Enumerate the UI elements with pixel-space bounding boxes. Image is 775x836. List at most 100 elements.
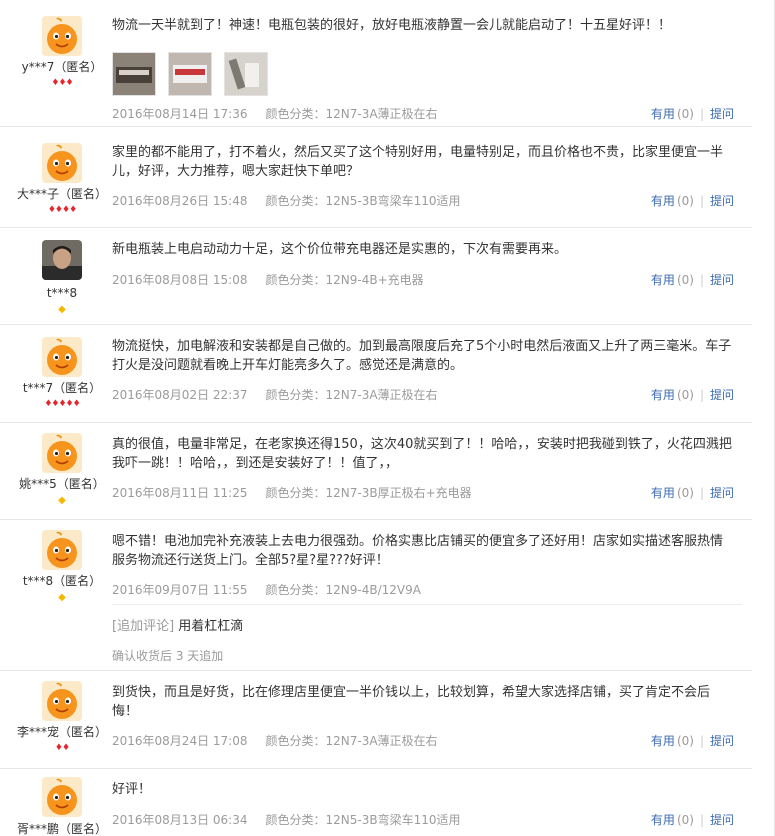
- review-meta: 2016年08月26日 15:48 颜色分类：12N5-3B弯梁车110适用: [112, 192, 460, 209]
- user-name: t***7（匿名）: [22, 381, 102, 395]
- useful-button[interactable]: 有用: [651, 273, 675, 287]
- user-name: t***8: [46, 286, 78, 300]
- review-meta: 2016年08月24日 17:08 颜色分类：12N7-3A薄正极在右: [112, 732, 438, 749]
- review-actions: 有用 (0) | 提问: [651, 386, 734, 403]
- review-content: 物流一天半就到了！神速！电瓶包装的很好，放好电瓶液静置一会儿就能启动了！十五星好…: [112, 18, 672, 33]
- review-sku: 颜色分类：12N7-3A薄正极在右: [265, 107, 438, 121]
- review-meta: 2016年08月02日 22:37 颜色分类：12N7-3A薄正极在右: [112, 386, 438, 403]
- review-item: t***7（匿名） ♦♦♦♦♦ 物流挺快，加电解液和安装都是自己做的。加到最高限…: [0, 325, 752, 423]
- review-meta: 2016年08月13日 06:34 颜色分类：12N5-3B弯梁车110适用: [112, 811, 460, 828]
- review-content: 到货快，而且是好货，比在修理店里便宜一半价钱以上，比较划算，希望大家选择店铺，买…: [112, 685, 711, 719]
- avatar[interactable]: [42, 681, 82, 721]
- action-divider: |: [699, 486, 704, 500]
- review-body: 到货快，而且是好货，比在修理店里便宜一半价钱以上，比较划算，希望大家选择店铺，买…: [112, 683, 752, 748]
- review-body: 真的很值，电量非常足，在老家换还得150，这次40就买到了！！哈哈，，安装时把我…: [112, 435, 752, 500]
- review-photo[interactable]: [168, 52, 213, 96]
- user-rank-icon: ◆: [58, 592, 66, 603]
- user-rank-icon: ◆: [58, 304, 66, 315]
- review-content: 真的很值，电量非常足，在老家换还得150，这次40就买到了！！哈哈，，安装时把我…: [112, 437, 732, 471]
- review-meta: 2016年08月08日 15:08 颜色分类：12N9-4B+充电器: [112, 271, 424, 288]
- useful-count: (0): [676, 813, 694, 827]
- review-content: 新电瓶装上电启动动力十足，这个价位带充电器还是实惠的，下次有需要再来。: [112, 242, 568, 257]
- append-tag: [追加评论]: [112, 619, 175, 634]
- ask-button[interactable]: 提问: [710, 388, 734, 402]
- review-photo[interactable]: [112, 52, 156, 96]
- useful-count: (0): [676, 107, 694, 121]
- avatar[interactable]: [42, 337, 82, 377]
- review-meta: 2016年09月07日 11:55 颜色分类：12N9-4B/12V9A: [112, 581, 421, 598]
- ask-button[interactable]: 提问: [710, 486, 734, 500]
- review-date: 2016年08月13日 06:34: [112, 813, 248, 827]
- review-content: 好评！: [112, 782, 152, 797]
- useful-count: (0): [676, 388, 694, 402]
- avatar[interactable]: [42, 240, 82, 280]
- user-rank-icon: ♦♦♦♦: [47, 205, 77, 215]
- useful-button[interactable]: 有用: [651, 734, 675, 748]
- review-date: 2016年08月08日 15:08: [112, 273, 248, 287]
- useful-button[interactable]: 有用: [651, 388, 675, 402]
- useful-button[interactable]: 有用: [651, 813, 675, 827]
- avatar[interactable]: [42, 433, 82, 473]
- action-divider: |: [699, 273, 704, 287]
- review-meta: 2016年08月14日 17:36 颜色分类：12N7-3A薄正极在右: [112, 105, 438, 122]
- review-item: 李***宠（匿名） ♦♦ 到货快，而且是好货，比在修理店里便宜一半价钱以上，比较…: [0, 671, 752, 769]
- review-sku: 颜色分类：12N5-3B弯梁车110适用: [265, 194, 461, 208]
- ask-button[interactable]: 提问: [710, 273, 734, 287]
- useful-button[interactable]: 有用: [651, 107, 675, 121]
- review-sku: 颜色分类：12N7-3A薄正极在右: [265, 734, 438, 748]
- review-photo[interactable]: [224, 52, 269, 96]
- review-sku: 颜色分类：12N9-4B/12V9A: [265, 583, 421, 597]
- review-item: 大***子（匿名） ♦♦♦♦ 家里的都不能用了，打不着火，然后又买了这个特别好用…: [0, 127, 752, 228]
- review-actions: 有用 (0) | 提问: [651, 811, 734, 828]
- action-divider: |: [699, 107, 704, 121]
- review-actions: 有用 (0) | 提问: [651, 484, 734, 501]
- user-rank-icon: ♦♦: [54, 743, 70, 753]
- review-date: 2016年09月07日 11:55: [112, 583, 248, 597]
- useful-count: (0): [676, 273, 694, 287]
- user-name: 大***子（匿名）: [16, 187, 107, 201]
- append-time: 确认收货后 3 天追加: [112, 649, 224, 663]
- avatar[interactable]: [42, 777, 82, 817]
- review-date: 2016年08月14日 17:36: [112, 107, 248, 121]
- useful-button[interactable]: 有用: [651, 486, 675, 500]
- review-body: 新电瓶装上电启动动力十足，这个价位带充电器还是实惠的，下次有需要再来。 2016…: [112, 240, 752, 287]
- review-item: 姚***5（匿名） ◆ 真的很值，电量非常足，在老家换还得150，这次40就买到…: [0, 423, 752, 520]
- review-item: y***7（匿名） ♦♦♦ 物流一天半就到了！神速！电瓶包装的很好，放好电瓶液静…: [0, 0, 752, 127]
- review-meta: 2016年08月11日 11:25 颜色分类：12N7-3B厚正极右+充电器: [112, 484, 472, 501]
- ask-button[interactable]: 提问: [710, 194, 734, 208]
- avatar[interactable]: [42, 16, 82, 56]
- review-item: t***8 ◆ 新电瓶装上电启动动力十足，这个价位带充电器还是实惠的，下次有需要…: [0, 228, 752, 325]
- avatar[interactable]: [42, 530, 82, 570]
- review-date: 2016年08月11日 11:25: [112, 486, 248, 500]
- user-name: 李***宠（匿名）: [16, 725, 107, 739]
- review-sku: 颜色分类：12N9-4B+充电器: [265, 273, 424, 287]
- user-name: 胥***鹏（匿名）: [16, 822, 107, 836]
- user-rank-icon: ◆: [58, 495, 66, 506]
- review-content: 物流挺快，加电解液和安装都是自己做的。加到最高限度后充了5个小时电然后液面又上升…: [112, 339, 732, 373]
- review-actions: 有用 (0) | 提问: [651, 732, 734, 749]
- review-body: 家里的都不能用了，打不着火，然后又买了这个特别好用，电量特别足，而且价格也不贵，…: [112, 143, 752, 208]
- user-name: y***7（匿名）: [21, 60, 103, 74]
- review-actions: 有用 (0) | 提问: [651, 192, 734, 209]
- useful-count: (0): [676, 486, 694, 500]
- ask-button[interactable]: 提问: [710, 734, 734, 748]
- append-divider: [112, 604, 742, 605]
- review-date: 2016年08月02日 22:37: [112, 388, 248, 402]
- avatar[interactable]: [42, 143, 82, 183]
- review-body: 好评！ 2016年08月13日 06:34 颜色分类：12N5-3B弯梁车110适…: [112, 780, 752, 827]
- user-name: 姚***5（匿名）: [19, 477, 105, 491]
- review-date: 2016年08月26日 15:48: [112, 194, 248, 208]
- review-photos: [112, 52, 276, 96]
- action-divider: |: [699, 388, 704, 402]
- review-sku: 颜色分类：12N7-3B厚正极右+充电器: [265, 486, 472, 500]
- useful-button[interactable]: 有用: [651, 194, 675, 208]
- user-rank-icon: ♦♦♦: [51, 78, 73, 88]
- review-content: 嗯不错！电池加完补充液装上去电力很强劲。价格实惠比店铺买的便宜多了还好用！店家如…: [112, 534, 724, 568]
- ask-button[interactable]: 提问: [710, 107, 734, 121]
- append-comment: [追加评论] 用着杠杠滴: [112, 615, 243, 634]
- user-rank-icon: ♦♦♦♦♦: [44, 399, 80, 409]
- ask-button[interactable]: 提问: [710, 813, 734, 827]
- review-body: 物流挺快，加电解液和安装都是自己做的。加到最高限度后充了5个小时电然后液面又上升…: [112, 337, 752, 402]
- review-content: 家里的都不能用了，打不着火，然后又买了这个特别好用，电量特别足，而且价格也不贵，…: [112, 145, 724, 179]
- review-actions: 有用 (0) | 提问: [651, 271, 734, 288]
